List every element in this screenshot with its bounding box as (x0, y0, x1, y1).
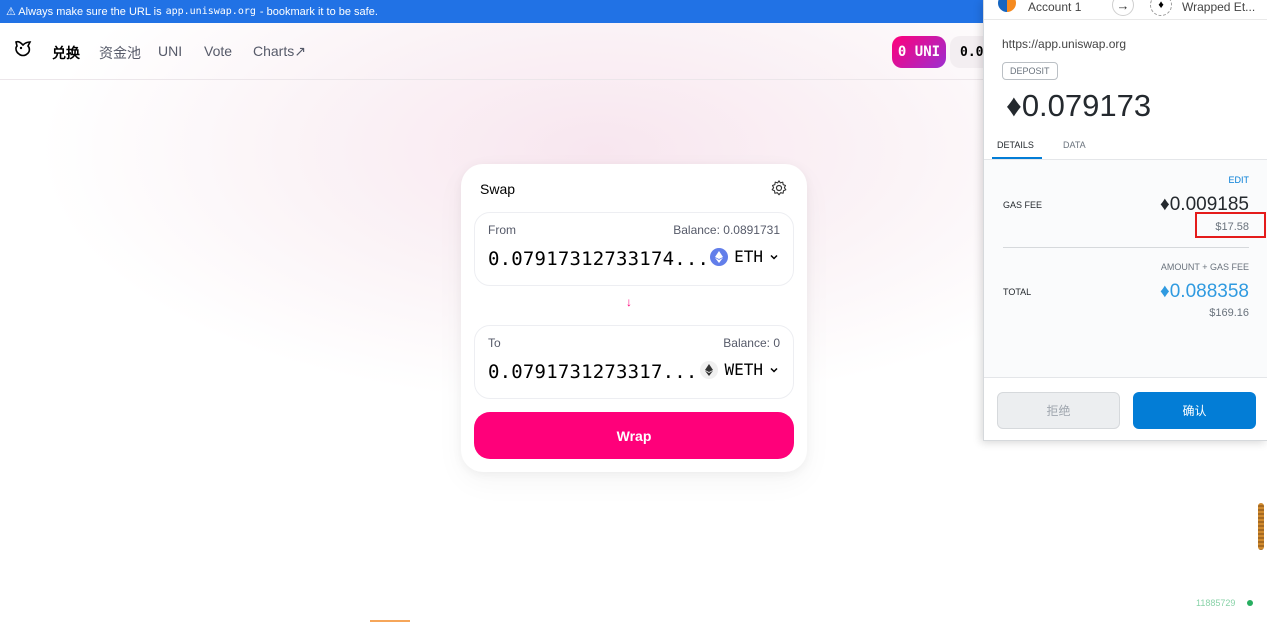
chevron-down-icon (770, 367, 778, 373)
settings-gear-icon[interactable] (770, 179, 788, 197)
eth-icon (710, 247, 729, 266)
uniswap-unicorn-icon[interactable] (12, 38, 34, 60)
metamask-tabs: DETAILS DATA (984, 131, 1267, 160)
nav-charts[interactable]: Charts↗ (253, 43, 306, 60)
nav-uni[interactable]: UNI (158, 43, 182, 59)
metamask-footer: 拒绝 确认 (984, 377, 1267, 441)
swap-card: Swap From Balance: 0.0891731 0.079173127… (461, 164, 807, 472)
wrap-button[interactable]: Wrap (474, 412, 794, 459)
tab-details[interactable]: DETAILS (997, 140, 1034, 150)
account-name[interactable]: Account 1 (1028, 0, 1081, 14)
banner-suffix: - bookmark it to be safe. (259, 5, 378, 18)
banner-url: app.uniswap.org (165, 6, 256, 17)
to-token-select[interactable]: WETH (700, 360, 779, 379)
swap-direction-arrow-icon[interactable]: ↓ (626, 295, 632, 309)
reject-button[interactable]: 拒绝 (997, 392, 1120, 429)
block-status-dot (1247, 600, 1253, 606)
total-usd: $169.16 (1209, 307, 1249, 319)
gas-fee-label: GAS FEE (1003, 200, 1043, 210)
edit-gas-link[interactable]: EDIT (1228, 175, 1249, 185)
to-amount-input[interactable]: 0.0791731273317... (488, 361, 698, 383)
swap-title: Swap (480, 181, 516, 197)
weth-icon (700, 360, 719, 379)
token-name: Wrapped Et... (1182, 0, 1256, 14)
total-label: TOTAL (1003, 287, 1032, 297)
block-number[interactable]: 11885729 (1196, 598, 1235, 608)
amount-plus-gas-label: AMOUNT + GAS FEE (1160, 262, 1249, 272)
uni-balance-badge[interactable]: 0 UNI (892, 36, 946, 68)
origin-url: https://app.uniswap.org (1002, 37, 1127, 51)
nav-swap[interactable]: 兑换 (52, 43, 80, 63)
confirm-button[interactable]: 确认 (1133, 392, 1256, 429)
gas-fee-highlight-box (1195, 212, 1266, 238)
from-label: From (488, 223, 516, 237)
scrollbar-handle[interactable] (1258, 503, 1264, 550)
total-eth: ♦0.088358 (1160, 281, 1249, 302)
banner-prefix: ⚠ Always make sure the URL is (6, 6, 162, 18)
from-amount-input[interactable]: 0.07917312733174... (488, 248, 709, 270)
deposit-badge: DEPOSIT (1002, 62, 1058, 80)
from-token-select[interactable]: ETH (710, 247, 779, 266)
from-panel: From Balance: 0.0891731 0.07917312733174… (474, 212, 794, 286)
to-token-symbol: WETH (724, 360, 763, 379)
active-tab-indicator (992, 157, 1042, 159)
arrow-right-icon: → (1112, 0, 1134, 16)
divider (1003, 247, 1249, 248)
details-panel: EDIT GAS FEE ♦0.009185 $17.58 AMOUNT + G… (984, 160, 1267, 550)
transaction-amount: ♦0.079173 (1006, 88, 1152, 123)
nav-vote[interactable]: Vote (204, 43, 232, 59)
to-panel: To Balance: 0 0.0791731273317... WETH (474, 325, 794, 399)
nav-pool[interactable]: 资金池 (99, 43, 141, 63)
chevron-down-icon (770, 254, 778, 260)
to-label: To (488, 336, 501, 350)
account-avatar (998, 0, 1016, 12)
to-balance: Balance: 0 (723, 336, 780, 350)
from-token-symbol: ETH (734, 247, 763, 266)
tab-data[interactable]: DATA (1063, 140, 1086, 150)
metamask-account-bar: Account 1 → ♦ Wrapped Et... (984, 0, 1267, 20)
token-icon: ♦ (1150, 0, 1172, 16)
from-balance[interactable]: Balance: 0.0891731 (673, 223, 780, 237)
